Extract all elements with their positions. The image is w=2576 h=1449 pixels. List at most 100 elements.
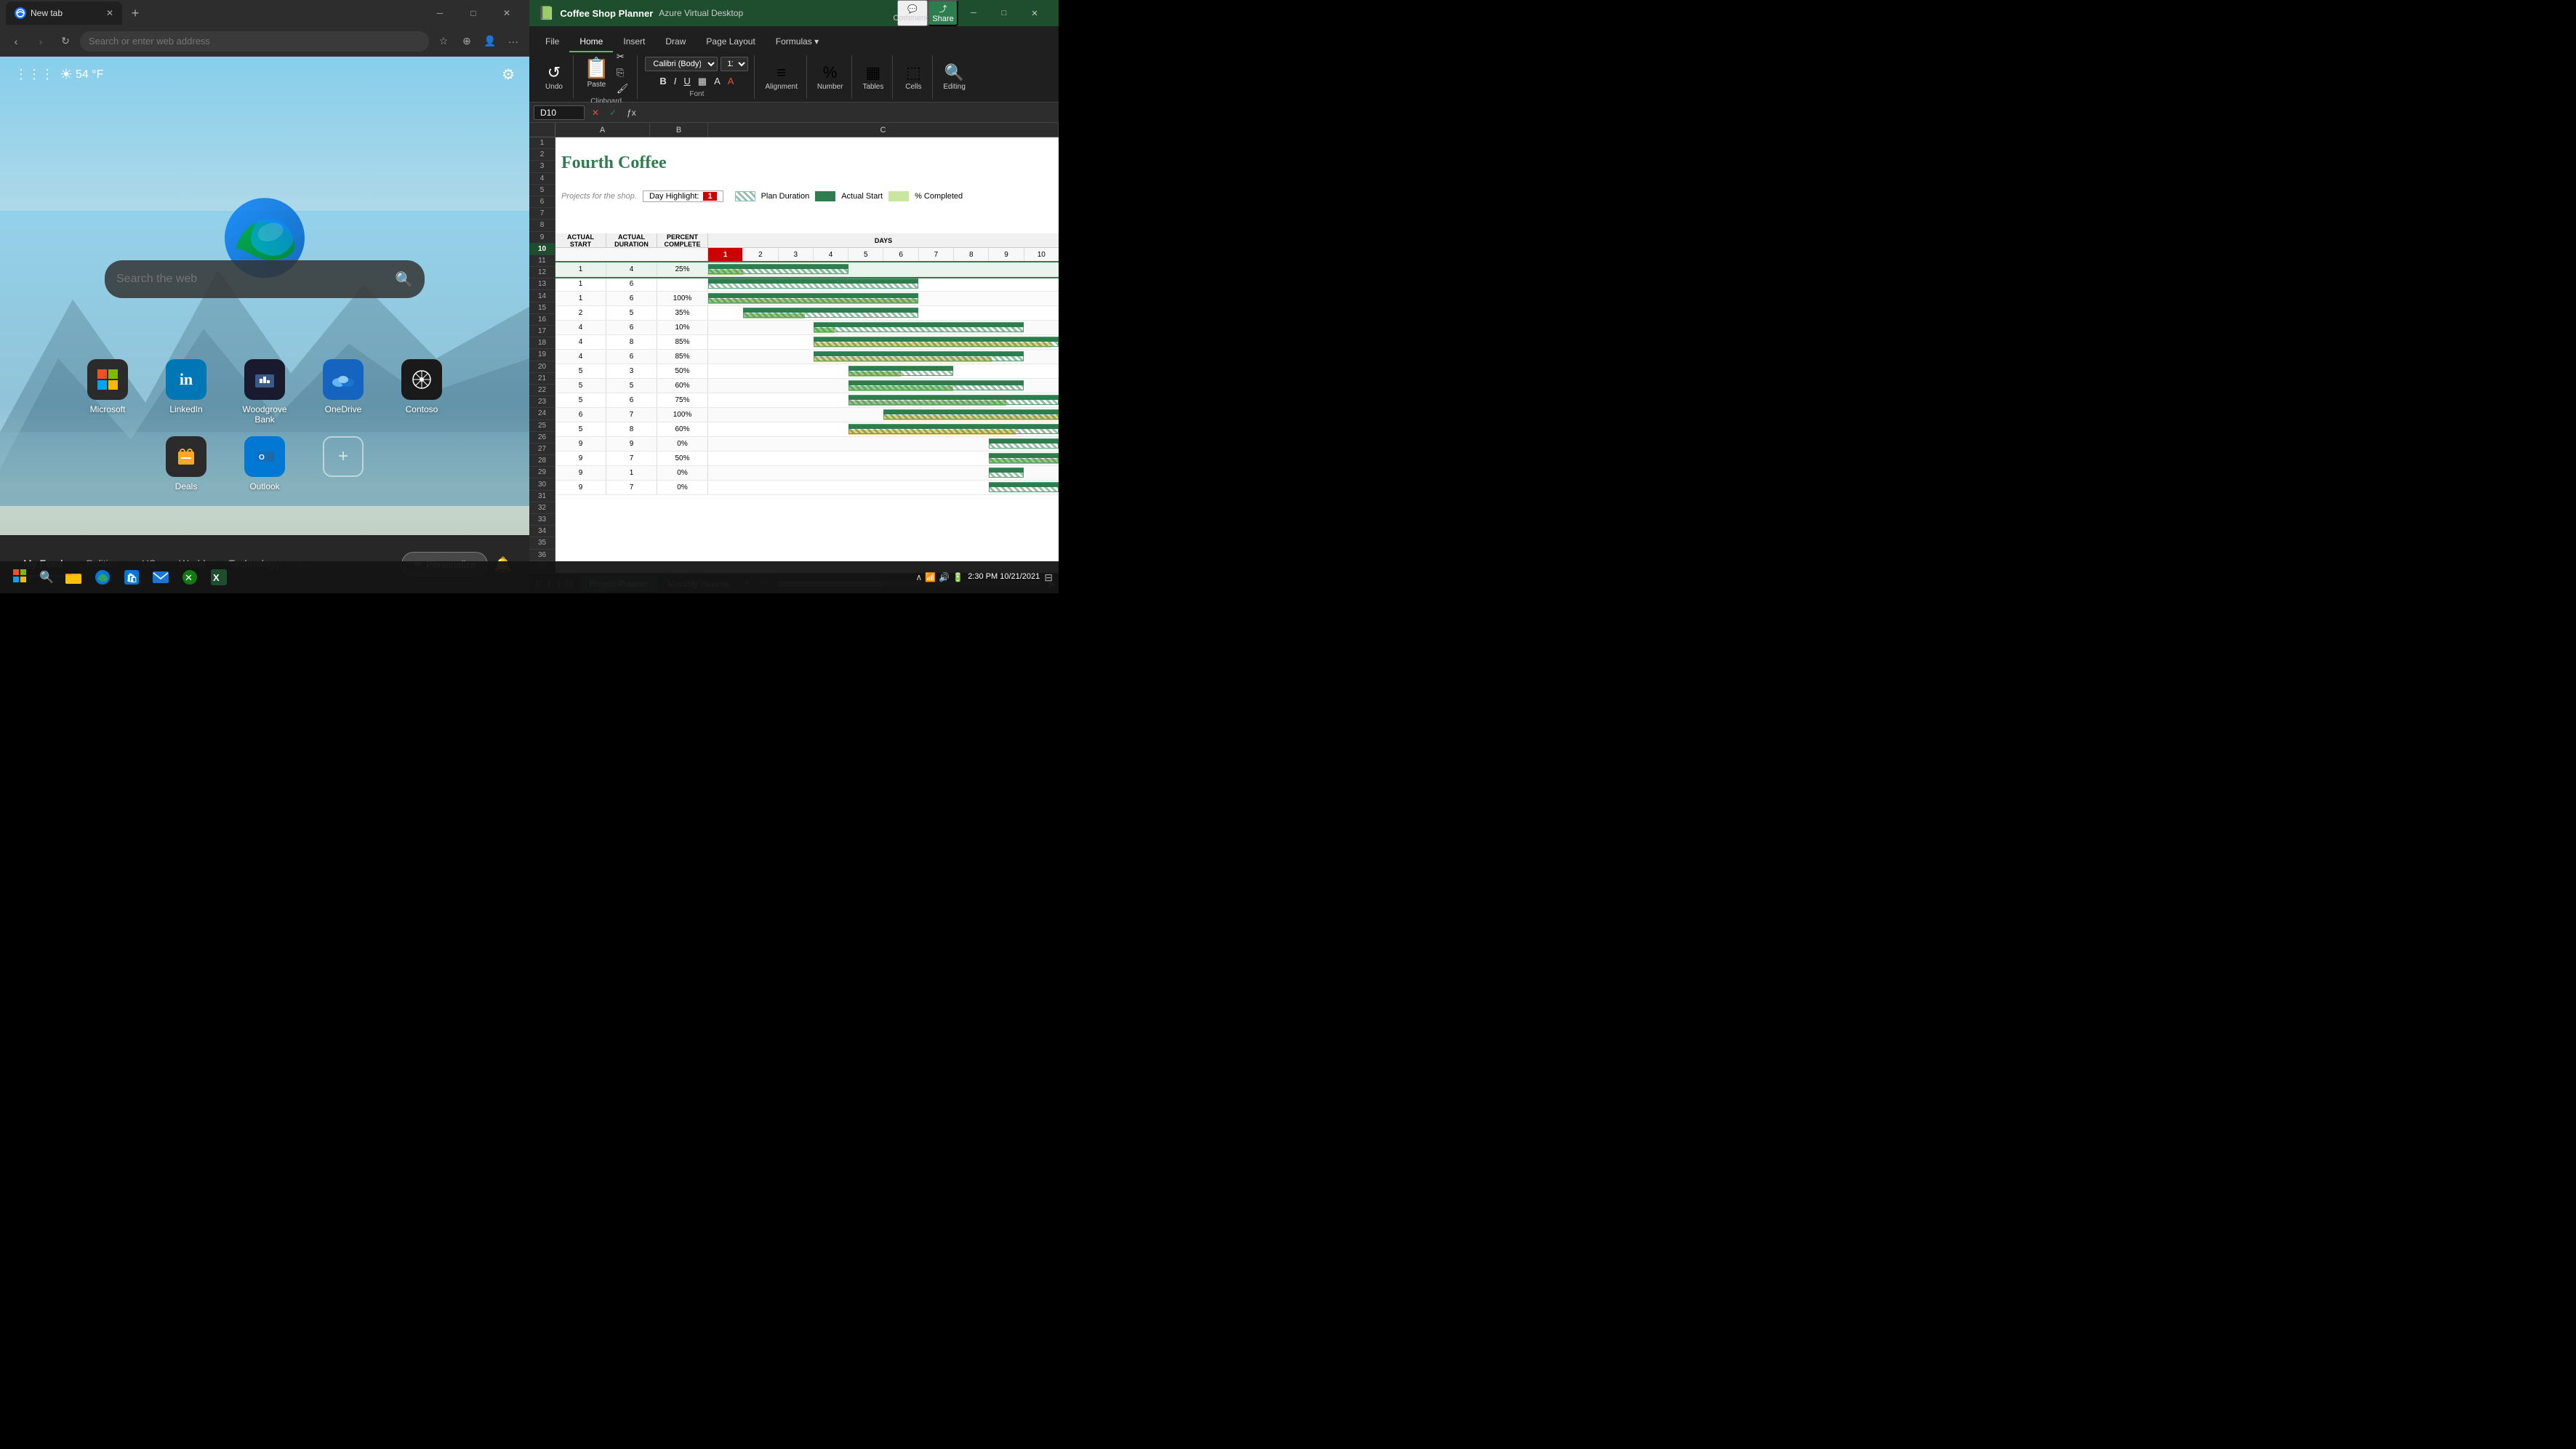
row-7[interactable]: 7 bbox=[529, 208, 555, 220]
cell-pct-18[interactable]: 60% bbox=[657, 379, 708, 393]
row-28[interactable]: 28 bbox=[529, 455, 555, 467]
cell-duration-13[interactable]: 5 bbox=[606, 306, 657, 320]
italic-button[interactable]: I bbox=[671, 74, 680, 88]
paste-button[interactable]: 📋 Paste bbox=[581, 55, 612, 90]
row-2[interactable]: 2 bbox=[529, 149, 555, 161]
font-color-button[interactable]: A bbox=[725, 74, 737, 88]
app-outlook[interactable]: O Outlook bbox=[236, 436, 294, 491]
settings-icon[interactable]: ⚙ bbox=[502, 65, 515, 84]
cell-duration-24[interactable]: 1 bbox=[606, 466, 657, 480]
formula-cancel-button[interactable]: ✕ bbox=[589, 108, 602, 118]
cell-start-14[interactable]: 4 bbox=[555, 321, 606, 334]
gantt-row-24[interactable]: 910% bbox=[555, 466, 1059, 481]
share-button[interactable]: ⤴ Share bbox=[928, 0, 958, 26]
maximize-button[interactable]: □ bbox=[457, 0, 490, 26]
row-18[interactable]: 18 bbox=[529, 337, 555, 349]
cell-pct-11[interactable] bbox=[657, 277, 708, 291]
search-button[interactable]: 🔍 bbox=[395, 270, 413, 289]
cell-start-24[interactable]: 9 bbox=[555, 466, 606, 480]
row-3[interactable]: 3 bbox=[529, 161, 555, 172]
row-12[interactable]: 12 bbox=[529, 267, 555, 278]
back-button[interactable]: ‹ bbox=[6, 31, 26, 52]
cell-start-12[interactable]: 1 bbox=[555, 292, 606, 305]
copy-button[interactable]: ⎘ bbox=[614, 65, 632, 80]
address-input[interactable] bbox=[80, 31, 429, 52]
row-26[interactable]: 26 bbox=[529, 432, 555, 443]
cell-duration-14[interactable]: 6 bbox=[606, 321, 657, 334]
tab-close-button[interactable]: ✕ bbox=[106, 8, 113, 18]
row-15[interactable]: 15 bbox=[529, 302, 555, 314]
taskbar-edge[interactable] bbox=[89, 563, 116, 591]
row-35[interactable]: 35 bbox=[529, 537, 555, 549]
gantt-row-10[interactable]: 1425% bbox=[555, 262, 1059, 277]
row-31[interactable]: 31 bbox=[529, 491, 555, 502]
gantt-row-17[interactable]: 5350% bbox=[555, 364, 1059, 379]
col-b-header[interactable]: B bbox=[650, 123, 708, 137]
profile-collections-icon[interactable]: ⊕ bbox=[457, 31, 477, 52]
undo-button[interactable]: ↺ Undo bbox=[541, 62, 567, 92]
search-input[interactable] bbox=[116, 273, 395, 286]
cell-duration-23[interactable]: 7 bbox=[606, 451, 657, 465]
row-9[interactable]: 9 bbox=[529, 232, 555, 244]
cell-pct-15[interactable]: 85% bbox=[657, 335, 708, 349]
app-contoso[interactable]: Contoso bbox=[393, 359, 451, 425]
excel-close-button[interactable]: ✕ bbox=[1019, 0, 1050, 26]
row-10-active[interactable]: 10 bbox=[529, 244, 555, 255]
cell-pct-22[interactable]: 0% bbox=[657, 437, 708, 451]
row-21[interactable]: 21 bbox=[529, 373, 555, 385]
taskbar-excel-pinned[interactable]: X bbox=[205, 563, 233, 591]
cell-duration-22[interactable]: 9 bbox=[606, 437, 657, 451]
cell-duration-20[interactable]: 7 bbox=[606, 408, 657, 422]
minimize-button[interactable]: ─ bbox=[423, 0, 457, 26]
row-29[interactable]: 29 bbox=[529, 467, 555, 478]
gantt-row-12[interactable]: 16100% bbox=[555, 292, 1059, 306]
format-painter-button[interactable]: 🖌 bbox=[614, 81, 632, 96]
cell-pct-21[interactable]: 60% bbox=[657, 422, 708, 436]
taskbar-xbox[interactable]: ✕ bbox=[176, 563, 204, 591]
gantt-row-22[interactable]: 990% bbox=[555, 437, 1059, 451]
grid-icon[interactable]: ⋮⋮⋮ bbox=[15, 67, 54, 82]
new-tab-button[interactable]: + bbox=[125, 3, 145, 23]
row-5[interactable]: 5 bbox=[529, 185, 555, 196]
cell-start-11[interactable]: 1 bbox=[555, 277, 606, 291]
formula-confirm-button[interactable]: ✓ bbox=[606, 108, 619, 118]
row-27[interactable]: 27 bbox=[529, 443, 555, 455]
cell-pct-14[interactable]: 10% bbox=[657, 321, 708, 334]
row-36[interactable]: 36 bbox=[529, 550, 555, 561]
cells-area[interactable]: Fourth Coffee Projects for the shop. Day… bbox=[555, 137, 1059, 573]
insert-function-button[interactable]: ƒx bbox=[624, 108, 639, 118]
cell-start-25[interactable]: 9 bbox=[555, 481, 606, 494]
row-34[interactable]: 34 bbox=[529, 526, 555, 537]
forward-button[interactable]: › bbox=[31, 31, 51, 52]
cell-pct-20[interactable]: 100% bbox=[657, 408, 708, 422]
taskbar-mail[interactable] bbox=[147, 563, 174, 591]
font-size-select[interactable]: 11 bbox=[721, 57, 748, 71]
favorites-icon[interactable]: ☆ bbox=[433, 31, 454, 52]
cell-start-21[interactable]: 5 bbox=[555, 422, 606, 436]
gantt-row-13[interactable]: 2535% bbox=[555, 306, 1059, 321]
underline-button[interactable]: U bbox=[681, 74, 693, 88]
cell-pct-24[interactable]: 0% bbox=[657, 466, 708, 480]
cell-pct-13[interactable]: 35% bbox=[657, 306, 708, 320]
taskbar-search-button[interactable]: 🔍 bbox=[33, 570, 60, 585]
row-33[interactable]: 33 bbox=[529, 514, 555, 526]
cell-duration-25[interactable]: 7 bbox=[606, 481, 657, 494]
app-deals[interactable]: Deals bbox=[157, 436, 215, 491]
row-17[interactable]: 17 bbox=[529, 326, 555, 337]
cell-duration-18[interactable]: 5 bbox=[606, 379, 657, 393]
row-8[interactable]: 8 bbox=[529, 220, 555, 231]
row-32[interactable]: 32 bbox=[529, 502, 555, 514]
volume-icon[interactable]: 🔊 bbox=[939, 572, 950, 582]
app-microsoft[interactable]: Microsoft bbox=[79, 359, 137, 425]
row-13[interactable]: 13 bbox=[529, 278, 555, 290]
bold-button[interactable]: B bbox=[657, 74, 669, 88]
notification-center-icon[interactable]: ⊟ bbox=[1044, 571, 1053, 584]
cell-start-18[interactable]: 5 bbox=[555, 379, 606, 393]
ribbon-tab-draw[interactable]: Draw bbox=[655, 32, 696, 52]
cell-pct-25[interactable]: 0% bbox=[657, 481, 708, 494]
cell-start-13[interactable]: 2 bbox=[555, 306, 606, 320]
formula-input[interactable] bbox=[643, 107, 1054, 118]
cell-start-10[interactable]: 1 bbox=[555, 262, 606, 276]
font-name-select[interactable]: Calibri (Body) bbox=[645, 57, 718, 71]
row-1[interactable]: 1 bbox=[529, 137, 555, 149]
